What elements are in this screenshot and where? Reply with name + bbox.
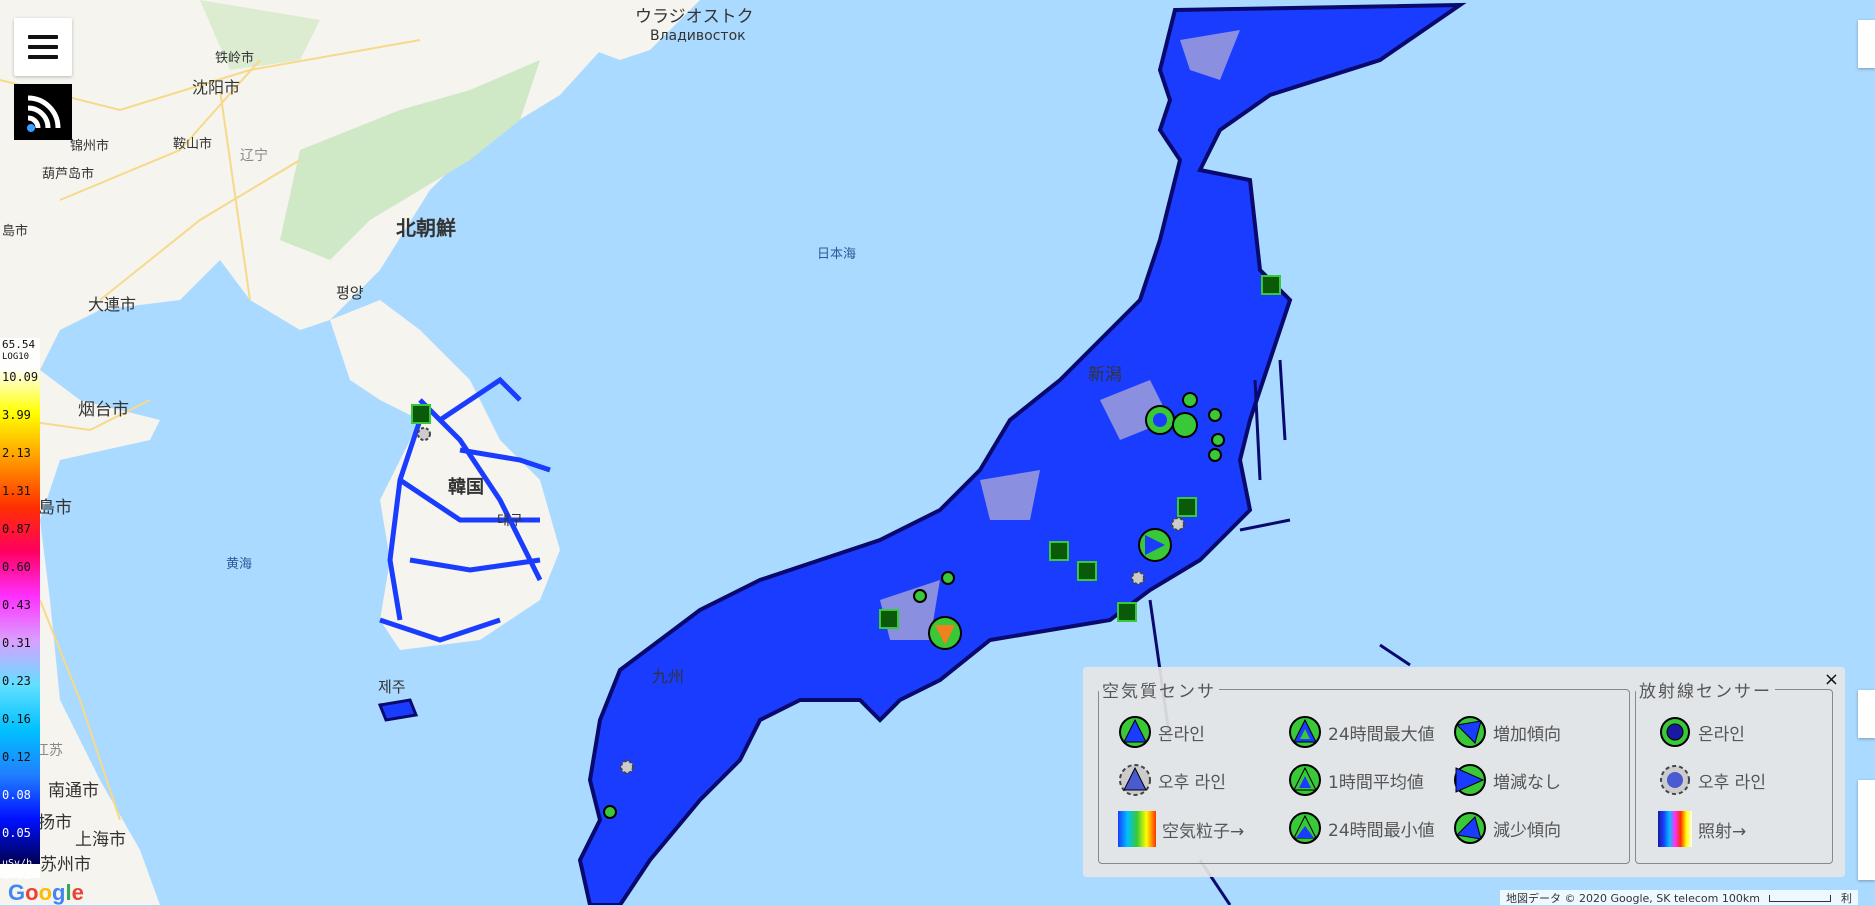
fullscreen-button[interactable] bbox=[1858, 20, 1875, 68]
scale-tick: 0.60 bbox=[2, 560, 31, 574]
scale-tick: 0.12 bbox=[2, 750, 31, 764]
map-label-suzhou: 苏州市 bbox=[40, 855, 91, 875]
trend-up-icon bbox=[1454, 716, 1486, 748]
min-24h-icon bbox=[1289, 812, 1321, 844]
map-label-jinzhou: 锦州市 bbox=[70, 138, 109, 154]
map-label-shanghai: 上海市 bbox=[75, 830, 126, 850]
safecast-logo-icon bbox=[27, 95, 61, 132]
legend-item-rad-offline[interactable]: 오후 라인 bbox=[1658, 763, 1766, 797]
scale-tick: 0.43 bbox=[2, 598, 31, 612]
scale-unit-log: LOG10 bbox=[2, 352, 30, 362]
scale-tick: 3.99 bbox=[2, 408, 31, 422]
map-label-huludao: 葫芦岛市 bbox=[42, 166, 94, 182]
legend-item-trend-flat[interactable]: 増減なし bbox=[1453, 763, 1561, 797]
rad-sensor-marker bbox=[1182, 392, 1198, 408]
map-label-yellow-sea: 黄海 bbox=[226, 557, 252, 572]
menu-button[interactable] bbox=[14, 18, 72, 76]
legend-item-max-24h[interactable]: 24時間最大値 bbox=[1288, 715, 1435, 749]
map-label-yangzhou: 扬市 bbox=[38, 813, 72, 833]
legend-item-avg-1h[interactable]: 1時間平均値 bbox=[1288, 763, 1424, 797]
scale-tick: 2.13 bbox=[2, 446, 31, 460]
map-attribution: 地図データ © 2020 Google, SK telecom 100km 利 bbox=[1500, 890, 1858, 905]
map-label-nantong: 南通市 bbox=[48, 781, 99, 801]
scale-tick: 0.08 bbox=[2, 788, 31, 802]
attribution-text: 地図データ © 2020 Google, SK telecom 100km bbox=[1506, 892, 1760, 905]
map-label-daegu: 대구 bbox=[497, 513, 523, 529]
rad-online-icon bbox=[1660, 717, 1690, 747]
map-label-yantai: 烟台市 bbox=[78, 400, 129, 420]
scale-tick: 0.23 bbox=[2, 674, 31, 688]
legend-item-air-offline[interactable]: 오후 라인 bbox=[1118, 763, 1226, 797]
scale-tick: 0.16 bbox=[2, 712, 31, 726]
zoom-control[interactable] bbox=[1858, 780, 1875, 880]
google-logo: Google bbox=[8, 880, 84, 905]
radiation-scale: 65.54 LOG10 10.09 3.99 2.13 1.31 0.87 0.… bbox=[0, 338, 40, 882]
jeju-island bbox=[377, 698, 419, 722]
radiation-gradient-icon bbox=[1658, 811, 1692, 847]
legend-label: 照射→ bbox=[1698, 821, 1747, 842]
avg-1h-icon bbox=[1289, 764, 1321, 796]
radiation-sensor-title: 放射線センサー bbox=[1639, 682, 1772, 702]
legend-label: 24時間最大値 bbox=[1328, 724, 1435, 745]
legend-label: 増減なし bbox=[1493, 772, 1561, 793]
legend-item-min-24h[interactable]: 24時間最小値 bbox=[1288, 811, 1435, 845]
legend-item-rad-online[interactable]: 온라인 bbox=[1658, 715, 1745, 749]
legend-label: 오후 라인 bbox=[1698, 772, 1766, 793]
legend-label: 減少傾向 bbox=[1493, 820, 1561, 841]
air-sensor-title: 空気質センサ bbox=[1102, 682, 1216, 702]
map-label-qingdao: 島市 bbox=[38, 498, 72, 518]
legend-label: 오후 라인 bbox=[1158, 772, 1226, 793]
map-label-south-korea: 韓国 bbox=[448, 476, 484, 498]
legend-item-trend-up[interactable]: 増加傾向 bbox=[1453, 715, 1561, 749]
scale-tick: 10.09 bbox=[2, 370, 39, 384]
pegman-button[interactable] bbox=[1858, 690, 1875, 738]
scale-tick: 0.31 bbox=[2, 636, 31, 650]
map-label-jeju: 제주 bbox=[378, 678, 406, 696]
map-label-pyongyang: 평양 bbox=[336, 284, 364, 302]
scale-tick: 0.87 bbox=[2, 522, 31, 536]
safecast-logo-button[interactable] bbox=[14, 84, 72, 140]
legend-item-air-particle[interactable]: 空気粒子→ bbox=[1118, 811, 1244, 847]
map-label-vladivostok-ru: Владивосток bbox=[650, 28, 746, 44]
legend-label: 1時間平均値 bbox=[1328, 772, 1424, 793]
max-24h-icon bbox=[1289, 716, 1321, 748]
map-label-niigata: 新潟 bbox=[1088, 365, 1122, 385]
air-online-icon bbox=[1119, 716, 1151, 748]
legend-label: 온라인 bbox=[1158, 724, 1205, 745]
rad-offline-icon bbox=[1660, 765, 1690, 795]
map-label-vladivostok-jp: ウラジオストク bbox=[635, 7, 754, 27]
terms-link[interactable]: 利 bbox=[1841, 892, 1852, 905]
map-label-north-korea: 北朝鮮 bbox=[396, 216, 456, 240]
legend-item-air-online[interactable]: 온라인 bbox=[1118, 715, 1205, 749]
air-offline-icon bbox=[1119, 764, 1151, 796]
scale-tick: 1.31 bbox=[2, 484, 31, 498]
legend-label: 空気粒子→ bbox=[1162, 821, 1245, 842]
scale-tick: 0.05 bbox=[2, 826, 31, 840]
air-sensor-marker bbox=[1172, 412, 1198, 438]
map-label-liaoning: 辽宁 bbox=[240, 147, 268, 164]
trend-down-icon bbox=[1454, 812, 1486, 844]
map-label-tieling: 铁岭市 bbox=[215, 50, 254, 66]
map-label-island-left: 島市 bbox=[2, 223, 28, 239]
legend-label: 増加傾向 bbox=[1493, 724, 1561, 745]
scale-bar bbox=[1769, 895, 1832, 902]
air-particle-gradient-icon bbox=[1118, 811, 1156, 847]
map-label-anshan: 鞍山市 bbox=[173, 136, 212, 152]
scale-max-value: 65.54 bbox=[2, 338, 36, 351]
legend-label: 24時間最小値 bbox=[1328, 820, 1435, 841]
legend-item-trend-down[interactable]: 減少傾向 bbox=[1453, 811, 1561, 845]
sensor-legend: × 空気質センサ 放射線センサー 온라인 오후 라인 空気粒子→ 24時間最大値… bbox=[1083, 667, 1845, 877]
map-label-sea-of-japan: 日本海 bbox=[817, 247, 856, 262]
legend-label: 온라인 bbox=[1698, 724, 1745, 745]
legend-item-rad-gradient[interactable]: 照射→ bbox=[1658, 811, 1746, 847]
trend-flat-icon bbox=[1454, 764, 1486, 796]
map-label-kyushu: 九州 bbox=[652, 667, 684, 686]
map-label-dalian: 大連市 bbox=[88, 295, 136, 314]
map-label-shenyang: 沈阳市 bbox=[192, 78, 240, 97]
